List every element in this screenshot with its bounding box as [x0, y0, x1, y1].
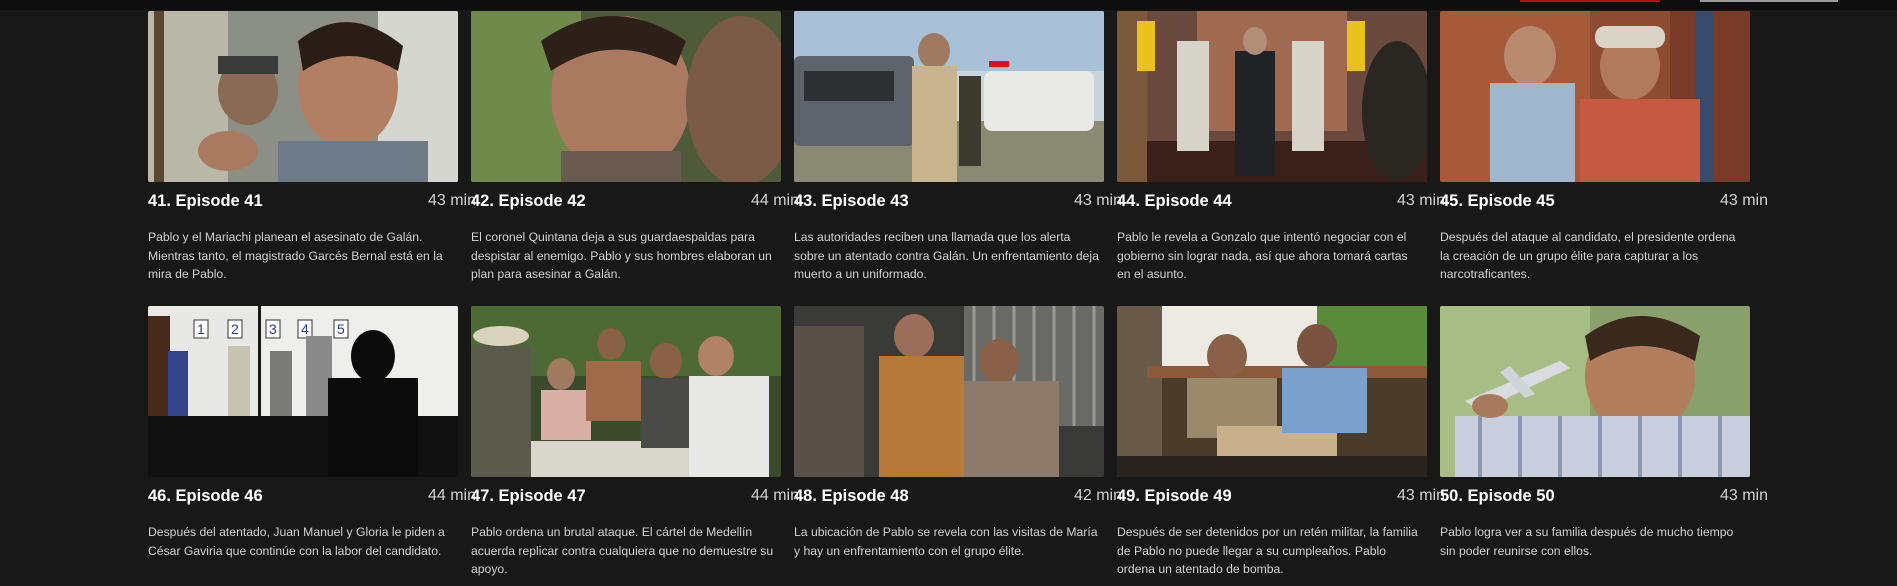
- episode-description: El coronel Quintana deja a sus guardaesp…: [471, 230, 772, 281]
- episode-description: Después de ser detenidos por un retén mi…: [1117, 525, 1418, 576]
- episode-thumbnail[interactable]: 1 2 3 4 5: [148, 306, 458, 477]
- episode-description: Pablo ordena un brutal ataque. El cártel…: [471, 525, 774, 576]
- episode-description: Después del atentado, Juan Manuel y Glor…: [148, 525, 445, 558]
- episode-duration: 43 min: [1073, 192, 1122, 209]
- episode-card[interactable]: 50. Episode 50 43 min Pablo logra ver a …: [1440, 306, 1768, 586]
- lineup-number: 3: [269, 321, 277, 337]
- episode-description: Después del ataque al candidato, el pres…: [1440, 230, 1736, 281]
- episode-card[interactable]: 48. Episode 48 42 min La ubicación de Pa…: [794, 306, 1122, 586]
- episode-duration: 44 min: [427, 487, 476, 504]
- episode-card[interactable]: 44. Episode 44 43 min Pablo le revela a …: [1117, 11, 1445, 306]
- episode-thumbnail[interactable]: [1117, 306, 1427, 477]
- episode-card[interactable]: 41. Episode 41 43 min Pablo y el Mariach…: [148, 11, 476, 306]
- episode-thumbnail[interactable]: [794, 306, 1104, 477]
- episode-grid: 41. Episode 41 43 min Pablo y el Mariach…: [148, 11, 1768, 586]
- episode-thumbnail[interactable]: [1440, 11, 1750, 182]
- episode-thumbnail[interactable]: [471, 306, 781, 477]
- top-bar-remnant: [0, 0, 1897, 10]
- lineup-number: 2: [231, 321, 239, 337]
- episode-title: 45. Episode 45: [1440, 192, 1555, 210]
- lineup-number: 4: [301, 321, 309, 337]
- episode-description: Pablo logra ver a su familia después de …: [1440, 525, 1734, 558]
- episode-title: 46. Episode 46: [148, 487, 263, 505]
- episode-thumbnail[interactable]: [148, 11, 458, 182]
- episode-title: 50. Episode 50: [1440, 487, 1555, 505]
- episode-description: Pablo le revela a Gonzalo que intentó ne…: [1117, 230, 1408, 281]
- episode-title: 41. Episode 41: [148, 192, 263, 210]
- progress-accent: [1520, 0, 1660, 2]
- episode-title: 43. Episode 43: [794, 192, 909, 210]
- episode-duration: 42 min: [1073, 487, 1122, 504]
- episode-title: 42. Episode 42: [471, 192, 586, 210]
- episode-duration: 44 min: [750, 192, 799, 209]
- episode-duration: 43 min: [1719, 487, 1768, 504]
- episode-thumbnail[interactable]: [794, 11, 1104, 182]
- lineup-number: 1: [197, 321, 205, 337]
- episode-card[interactable]: 49. Episode 49 43 min Después de ser det…: [1117, 306, 1445, 586]
- episode-duration: 44 min: [750, 487, 799, 504]
- scrollbar-indicator: [1700, 0, 1838, 2]
- episode-thumbnail[interactable]: [1440, 306, 1750, 477]
- lineup-number: 5: [337, 321, 345, 337]
- episode-card[interactable]: 42. Episode 42 44 min El coronel Quintan…: [471, 11, 799, 306]
- episode-duration: 43 min: [1396, 487, 1445, 504]
- episode-duration: 43 min: [1719, 192, 1768, 209]
- episode-title: 49. Episode 49: [1117, 487, 1232, 505]
- episode-thumbnail[interactable]: [1117, 11, 1427, 182]
- episode-card[interactable]: 45. Episode 45 43 min Después del ataque…: [1440, 11, 1768, 306]
- episode-card[interactable]: 47. Episode 47 44 min Pablo ordena un br…: [471, 306, 799, 586]
- episode-duration: 43 min: [427, 192, 476, 209]
- episode-duration: 43 min: [1396, 192, 1445, 209]
- episode-title: 44. Episode 44: [1117, 192, 1232, 210]
- episode-thumbnail[interactable]: [471, 11, 781, 182]
- episode-title: 47. Episode 47: [471, 487, 586, 505]
- episode-title: 48. Episode 48: [794, 487, 909, 505]
- episode-card[interactable]: 1 2 3 4 5 46. Episode 46 44 min Después …: [148, 306, 476, 586]
- episode-description: Las autoridades reciben una llamada que …: [794, 230, 1099, 281]
- episode-description: Pablo y el Mariachi planean el asesinato…: [148, 230, 443, 281]
- episode-description: La ubicación de Pablo se revela con las …: [794, 525, 1098, 558]
- episode-card[interactable]: 43. Episode 43 43 min Las autoridades re…: [794, 11, 1122, 306]
